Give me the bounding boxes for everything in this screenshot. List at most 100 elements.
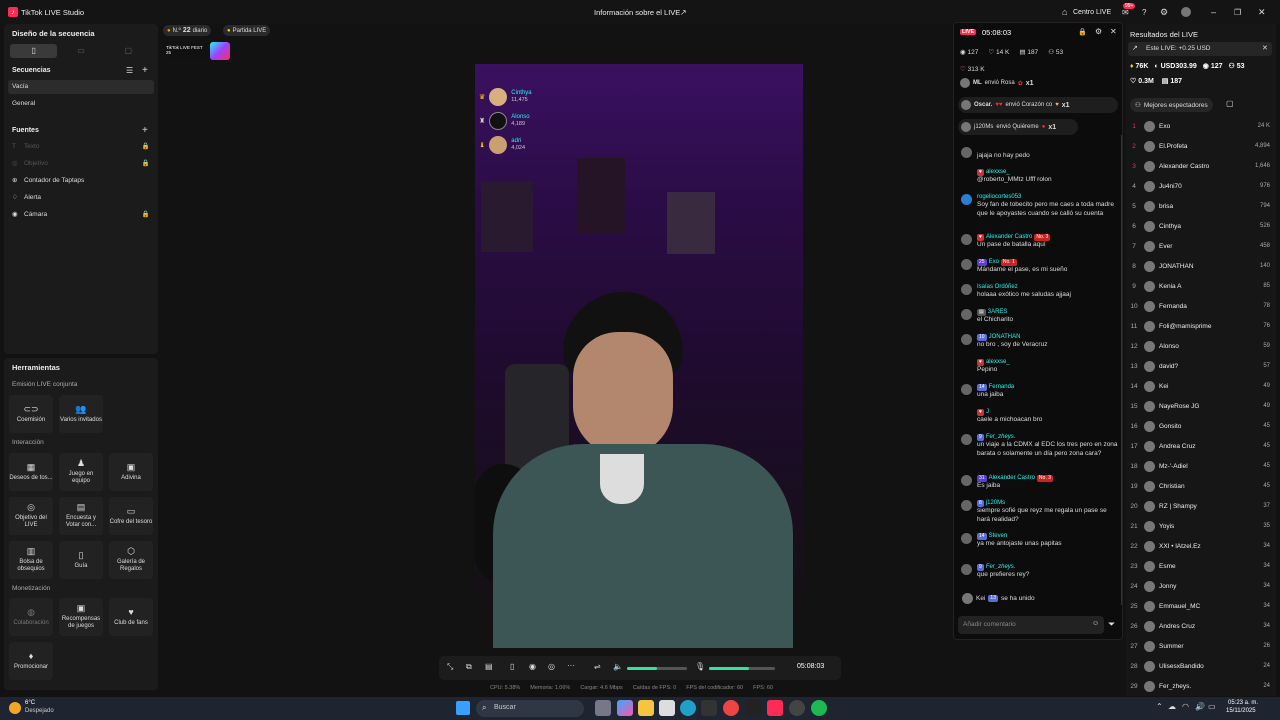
ranking-row[interactable]: 24 Jonny 34 <box>1128 576 1270 596</box>
gift-gallery-tool[interactable]: ⬡ Galería de Regalos <box>109 541 153 579</box>
guide-tool[interactable]: ▯ Guía <box>59 541 103 579</box>
overlay-icon[interactable]: ⧉ <box>466 662 472 672</box>
layout-icon[interactable]: ▤ <box>485 662 493 671</box>
lock-icon[interactable]: 🔒 <box>1078 28 1087 36</box>
media-icon[interactable] <box>701 700 717 716</box>
cloud-icon[interactable]: ☁ <box>1168 702 1176 711</box>
poll-tool[interactable]: ▤ Encuesta y Votar con... <box>59 497 103 535</box>
speaker-volume-slider[interactable] <box>627 667 687 670</box>
arrow-app-icon[interactable] <box>789 700 805 716</box>
wishes-tool[interactable]: ▦ Deseos de tos... <box>9 453 53 491</box>
multi-guest-tool[interactable]: 👥 Varios invitados <box>59 395 103 433</box>
ranking-row[interactable]: 20 RZ | Shampy 37 <box>1128 496 1270 516</box>
lock-icon[interactable]: 🔒 <box>142 142 150 150</box>
ranking-row[interactable]: 12 Alonso 59 <box>1128 336 1270 356</box>
wifi-icon[interactable]: ◠ <box>1182 702 1189 711</box>
ranking-row[interactable]: 18 Mz-'-Adiel 45 <box>1128 456 1270 476</box>
ranking-row[interactable]: 3 Alexander Castro 1,646 <box>1128 156 1270 176</box>
chat-scrollbar[interactable] <box>1121 135 1122 605</box>
mic-volume-slider[interactable] <box>709 667 775 670</box>
export-icon[interactable]: ▢ <box>1226 99 1234 108</box>
replay-icon[interactable]: ◎ <box>548 662 555 671</box>
ranking-row[interactable]: 27 Summer 26 <box>1128 636 1270 656</box>
edge-icon[interactable] <box>680 700 696 716</box>
ranking-row[interactable]: 7 Ever 458 <box>1128 236 1270 256</box>
live-center-button[interactable]: Centro LIVE <box>1073 9 1111 16</box>
home-icon[interactable]: ⌂ <box>1062 7 1067 17</box>
ranking-row[interactable]: 11 Foli@mamisprime 76 <box>1128 316 1270 336</box>
ranking-row[interactable]: 16 Gonsito 45 <box>1128 416 1270 436</box>
file-explorer-icon[interactable] <box>638 700 654 716</box>
ranking-row[interactable]: 8 JONATHAN 140 <box>1128 256 1270 276</box>
ranking-row[interactable]: 15 NayeRose JG 49 <box>1128 396 1270 416</box>
lock-icon[interactable]: 🔒 <box>142 159 150 167</box>
close-icon[interactable]: ✕ <box>1110 27 1117 36</box>
copilot-icon[interactable] <box>617 700 633 716</box>
sequence-item-vacia[interactable]: Vacía <box>8 80 154 94</box>
store-icon[interactable] <box>659 700 675 716</box>
live-match-badge[interactable]: ● Partida LIVE <box>223 25 271 36</box>
gift-bag-tool[interactable]: ▥ Bolsa de obsequios <box>9 541 53 579</box>
add-source-icon[interactable]: + <box>142 125 148 136</box>
collaboration-tool[interactable]: ◍ Colaboración <box>9 598 53 636</box>
f-app-icon[interactable] <box>745 700 761 716</box>
mixer-icon[interactable]: ⇌ <box>594 662 601 671</box>
filter-icon[interactable]: ⏷ <box>1108 619 1115 630</box>
best-viewers-tab[interactable]: ⚇ Mejores espectadores <box>1130 98 1213 112</box>
tray-chevron-icon[interactable]: ⌃ <box>1156 702 1163 711</box>
source-item-texto[interactable]: T Texto 🔒 <box>12 142 150 151</box>
source-item-alerta[interactable]: ♢ Alerta <box>12 193 41 202</box>
spotify-icon[interactable] <box>811 700 827 716</box>
comment-input[interactable]: Añadir comentario ☺ <box>958 616 1104 634</box>
share-icon[interactable]: ↗ <box>680 8 687 17</box>
ranking-row[interactable]: 2 El.Profeta 4,894 <box>1128 136 1270 156</box>
live-info-title[interactable]: Información sobre el LIVE <box>594 8 680 17</box>
source-item-objetivo[interactable]: ◎ Objetivo 🔒 <box>12 159 150 168</box>
daily-rank-badge[interactable]: ● N.º 22 diario <box>163 25 212 36</box>
help-icon[interactable]: ? <box>1142 8 1146 17</box>
ranking-row[interactable]: 29 Fer_zheys. 24 <box>1128 676 1270 696</box>
lock-icon[interactable]: 🔒 <box>142 210 150 218</box>
ranking-row[interactable]: 13 david? 57 <box>1128 356 1270 376</box>
chrome-icon[interactable] <box>723 700 739 716</box>
weather-icon[interactable] <box>9 702 21 714</box>
settings-icon[interactable]: ⚙ <box>1095 27 1102 36</box>
ranking-row[interactable]: 1 Exo 24 K <box>1128 116 1270 136</box>
settings-icon[interactable]: ⚙ <box>1160 7 1168 18</box>
effects-icon[interactable]: ⤡ <box>447 662 453 672</box>
ranking-row[interactable]: 26 Andres Cruz 34 <box>1128 616 1270 636</box>
ranking-row[interactable]: 17 Andrea Cruz 45 <box>1128 436 1270 456</box>
clock-date[interactable]: 15/11/2025 <box>1226 708 1256 714</box>
portrait-layout-tab[interactable]: ▯ <box>10 44 58 58</box>
ranking-row[interactable]: 14 Kei 49 <box>1128 376 1270 396</box>
ranking-row[interactable]: 5 brisa 794 <box>1128 196 1270 216</box>
emoji-icon[interactable]: ☺ <box>1092 620 1099 627</box>
ranking-row[interactable]: 10 Fernanda 78 <box>1128 296 1270 316</box>
ranking-row[interactable]: 25 Emmauel_MC 34 <box>1128 596 1270 616</box>
phone-icon[interactable]: ▯ <box>510 662 514 671</box>
close-icon[interactable]: ✕ <box>1262 44 1268 52</box>
sequence-item-general[interactable]: General <box>12 100 35 107</box>
minimize-icon[interactable]: – <box>1211 7 1216 17</box>
speaker-icon[interactable]: 🔈 <box>613 662 623 671</box>
ranking-row[interactable]: 23 Esme 34 <box>1128 556 1270 576</box>
treasure-tool[interactable]: ▭ Cofre del tesoro <box>109 497 153 535</box>
ranking-row[interactable]: 9 Kenia A 85 <box>1128 276 1270 296</box>
task-view-icon[interactable] <box>595 700 611 716</box>
live-goal-tool[interactable]: ◎ Objetivo del LIVE <box>9 497 53 535</box>
record-icon[interactable]: ◉ <box>529 662 536 671</box>
game-rewards-tool[interactable]: ▣ Recompensas de juegos <box>59 598 103 636</box>
camera-preview[interactable]: ♛ Cinthya 11,475 ♜ Alonso 4,189 ♝ adri 4,024 <box>475 64 803 648</box>
list-icon[interactable]: ☰ <box>126 66 133 75</box>
team-game-tool[interactable]: ♟ Juego en equipo <box>59 453 103 491</box>
close-icon[interactable]: ✕ <box>1258 7 1266 18</box>
ranking-row[interactable]: 4 Ju4ni70 976 <box>1128 176 1270 196</box>
volume-icon[interactable]: 🔊 <box>1195 702 1205 711</box>
source-item-camara[interactable]: ◉ Cámara 🔒 <box>12 210 150 219</box>
coemission-tool[interactable]: ⊂⊃ Coemisión <box>9 395 53 433</box>
battery-icon[interactable]: ▭ <box>1208 702 1216 711</box>
source-item-taptaps[interactable]: ⊕ Contador de Taptaps <box>12 176 84 185</box>
tiktok-taskbar-icon[interactable] <box>767 700 783 716</box>
more-icon[interactable]: ··· <box>567 661 575 670</box>
promote-tool[interactable]: ♦ Promocionar <box>9 642 53 680</box>
